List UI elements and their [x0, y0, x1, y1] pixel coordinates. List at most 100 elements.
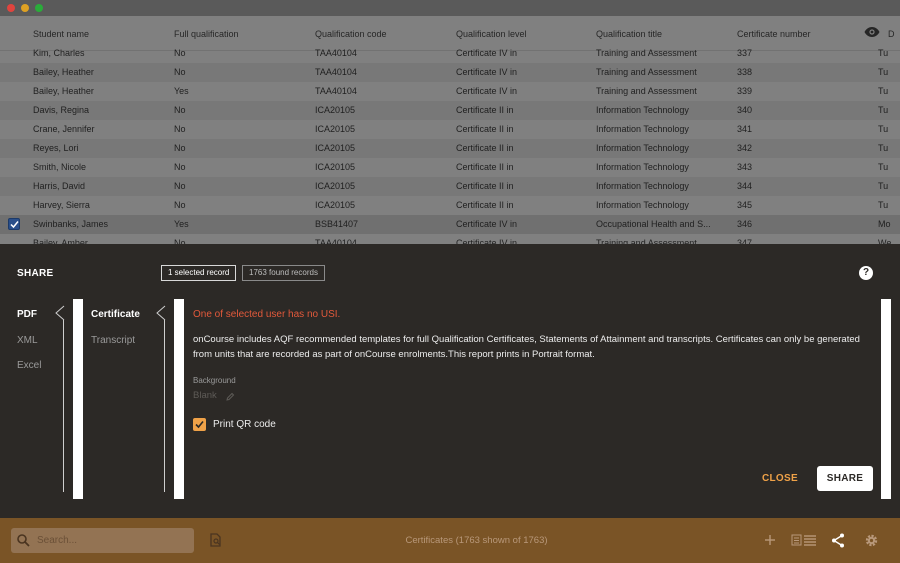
- background-label: Background: [193, 376, 236, 385]
- eye-icon[interactable]: [864, 26, 880, 38]
- qualification-level-cell: Certificate II in: [456, 162, 514, 172]
- student-name-cell: Harris, David: [33, 181, 86, 191]
- selected-records-toggle[interactable]: 1 selected record: [161, 265, 237, 281]
- qualification-code-cell: TAA40104: [315, 67, 357, 77]
- window-titlebar: [0, 0, 900, 16]
- background-value[interactable]: Blank: [193, 390, 217, 401]
- template-transcript[interactable]: Transcript: [91, 335, 135, 346]
- qualification-level-cell: Certificate IV in: [456, 86, 518, 96]
- template-certificate[interactable]: Certificate: [91, 309, 140, 320]
- qualification-level-cell: Certificate II in: [456, 181, 514, 191]
- add-icon[interactable]: [764, 534, 776, 546]
- share-icon[interactable]: [831, 533, 845, 548]
- column-header-student-name[interactable]: Student name: [33, 29, 89, 39]
- student-name-cell: Davis, Regina: [33, 105, 90, 115]
- qualification-level-cell: Certificate II in: [456, 105, 514, 115]
- row-checkbox[interactable]: [8, 218, 20, 230]
- student-name-cell: Reyes, Lori: [33, 143, 79, 153]
- certificate-number-cell: 337: [737, 48, 753, 58]
- qualification-code-cell: ICA20105: [315, 124, 356, 134]
- table-rows: Kim, Charles No TAA40104 Certificate IV in T…: [0, 44, 900, 244]
- close-button[interactable]: CLOSE: [762, 473, 798, 484]
- full-qualification-cell: No: [174, 124, 186, 134]
- panel-title: SHARE: [17, 268, 54, 279]
- bottom-toolbar: Search... Certificates (1763 shown of 17…: [0, 518, 900, 563]
- qualification-title-cell: Occupational Health and S...: [596, 219, 711, 229]
- table-row[interactable]: Harris, David No ICA20105 Certificate II in…: [0, 177, 900, 196]
- date-cell: Tu: [878, 143, 889, 153]
- date-cell: Tu: [878, 48, 889, 58]
- template-list-scrollbar[interactable]: [174, 299, 184, 499]
- table-row[interactable]: Reyes, Lori No ICA20105 Certificate II in In…: [0, 139, 900, 158]
- qualification-code-cell: TAA40104: [315, 48, 357, 58]
- full-qualification-cell: No: [174, 48, 186, 58]
- checkmark-icon: [195, 420, 204, 429]
- column-header-qualification-code[interactable]: Qualification code: [315, 29, 387, 39]
- column-header-full-qualification[interactable]: Full qualification: [174, 29, 239, 39]
- date-cell: Tu: [878, 181, 889, 191]
- found-records-toggle[interactable]: 1763 found records: [242, 265, 325, 281]
- certificate-number-cell: 346: [737, 219, 753, 229]
- qualification-title-cell: Training and Assessment: [596, 67, 697, 77]
- format-xml[interactable]: XML: [17, 335, 38, 346]
- qualification-title-cell: Information Technology: [596, 162, 689, 172]
- qualification-code-cell: ICA20105: [315, 181, 356, 191]
- table-row[interactable]: Bailey, Heather No TAA40104 Certificate IV …: [0, 63, 900, 82]
- date-cell: Tu: [878, 124, 889, 134]
- full-qualification-cell: No: [174, 162, 186, 172]
- print-qr-checkbox[interactable]: [193, 418, 206, 431]
- share-button[interactable]: SHARE: [817, 466, 873, 491]
- zoom-window-button[interactable]: [35, 4, 43, 12]
- table-row[interactable]: Harvey, Sierra No ICA20105 Certificate II i…: [0, 196, 900, 215]
- column-header-clipped[interactable]: D: [888, 29, 895, 39]
- qualification-title-cell: Information Technology: [596, 124, 689, 134]
- full-qualification-cell: Yes: [174, 86, 189, 96]
- qualification-code-cell: ICA20105: [315, 162, 356, 172]
- qualification-title-cell: Information Technology: [596, 143, 689, 153]
- details-scrollbar[interactable]: [881, 299, 891, 499]
- list-view-icon[interactable]: [791, 534, 817, 546]
- qualification-level-cell: Certificate IV in: [456, 48, 518, 58]
- qualification-level-cell: Certificate IV in: [456, 67, 518, 77]
- table-row[interactable]: Smith, Nicole No ICA20105 Certificate II in…: [0, 158, 900, 177]
- certificate-number-cell: 344: [737, 181, 753, 191]
- certificate-number-cell: 343: [737, 162, 753, 172]
- qualification-level-cell: Certificate II in: [456, 143, 514, 153]
- close-window-button[interactable]: [7, 4, 15, 12]
- format-list-divider: [63, 320, 64, 492]
- table-row[interactable]: Bailey, Amber No TAA40104 Certificate IV in…: [0, 234, 900, 244]
- certificate-number-cell: 342: [737, 143, 753, 153]
- column-header-qualification-level[interactable]: Qualification level: [456, 29, 527, 39]
- certificate-number-cell: 338: [737, 67, 753, 77]
- chevron-left-icon: [55, 305, 65, 321]
- column-header-qualification-title[interactable]: Qualification title: [596, 29, 662, 39]
- qualification-code-cell: ICA20105: [315, 200, 356, 210]
- qualification-title-cell: Information Technology: [596, 200, 689, 210]
- certificate-number-cell: 341: [737, 124, 753, 134]
- template-list-divider: [164, 320, 165, 492]
- table-row[interactable]: Kim, Charles No TAA40104 Certificate IV in T…: [0, 44, 900, 63]
- pencil-icon[interactable]: [226, 392, 235, 401]
- checkmark-icon: [10, 221, 19, 229]
- qualification-title-cell: Information Technology: [596, 105, 689, 115]
- format-list-scrollbar[interactable]: [73, 299, 83, 499]
- student-name-cell: Swinbanks, James: [33, 219, 109, 229]
- format-excel[interactable]: Excel: [17, 360, 41, 371]
- gear-icon[interactable]: [864, 533, 879, 548]
- table-row[interactable]: Swinbanks, James Yes BSB41407 Certificate I…: [0, 215, 900, 234]
- qualification-title-cell: Information Technology: [596, 181, 689, 191]
- full-qualification-cell: No: [174, 105, 186, 115]
- date-cell: Tu: [878, 86, 889, 96]
- certificate-number-cell: 345: [737, 200, 753, 210]
- print-qr-label[interactable]: Print QR code: [213, 419, 276, 430]
- table-row[interactable]: Bailey, Heather Yes TAA40104 Certificate IV…: [0, 82, 900, 101]
- format-pdf[interactable]: PDF: [17, 309, 37, 320]
- minimize-window-button[interactable]: [21, 4, 29, 12]
- full-qualification-cell: No: [174, 67, 186, 77]
- table-row[interactable]: Crane, Jennifer No ICA20105 Certificate II …: [0, 120, 900, 139]
- help-icon[interactable]: ?: [859, 266, 873, 280]
- qualification-title-cell: Training and Assessment: [596, 48, 697, 58]
- qualification-code-cell: ICA20105: [315, 143, 356, 153]
- column-header-certificate-number[interactable]: Certificate number: [737, 29, 811, 39]
- table-row[interactable]: Davis, Regina No ICA20105 Certificate II in…: [0, 101, 900, 120]
